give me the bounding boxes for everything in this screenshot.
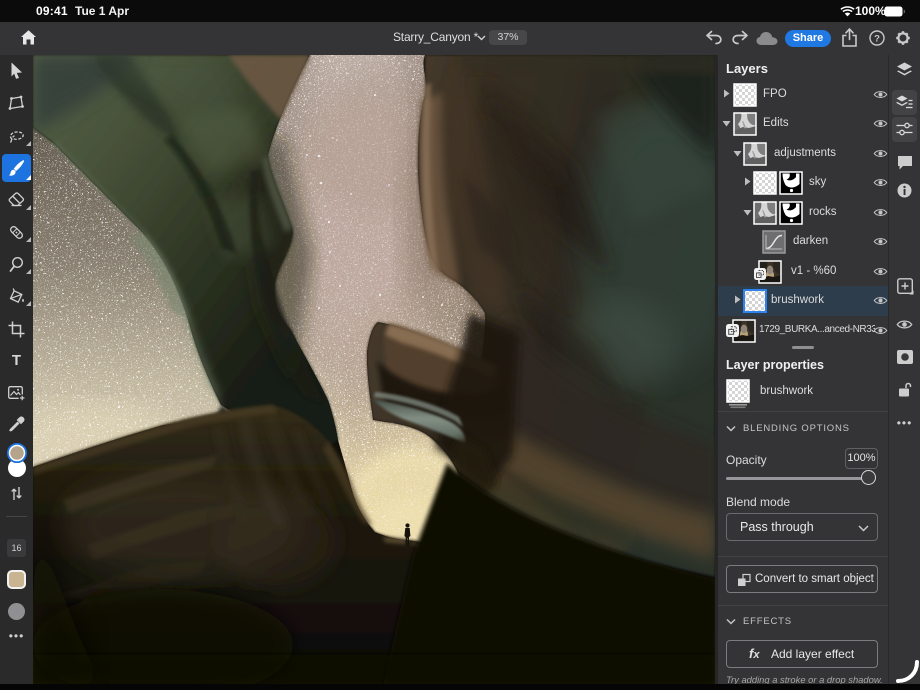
svg-text:?: ?	[874, 34, 880, 45]
